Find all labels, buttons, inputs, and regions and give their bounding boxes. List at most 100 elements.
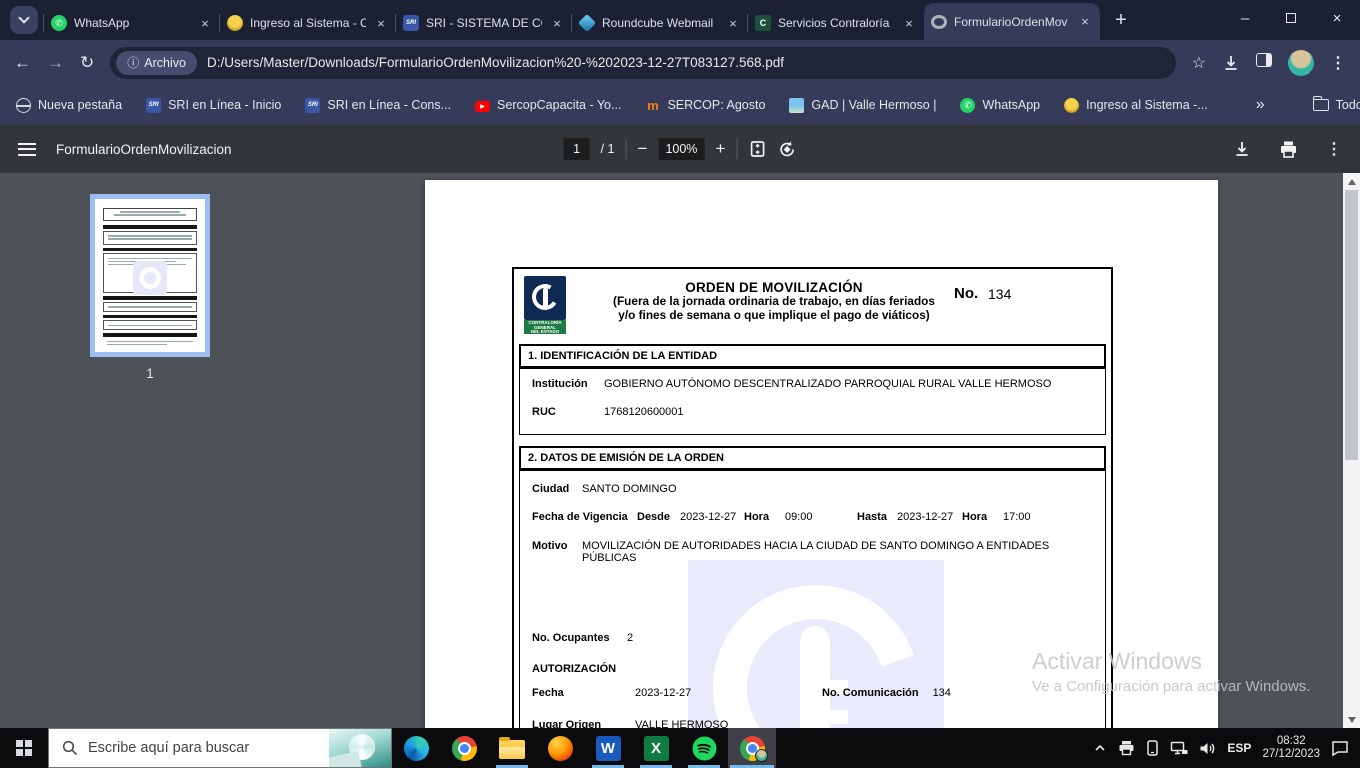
file-scheme-chip[interactable]: ⓘ Archivo xyxy=(116,50,197,75)
orden-movilizacion-form: CONTRALORÍA GENERAL DEL ESTADO ORDEN DE … xyxy=(512,267,1113,768)
window-maximize-button[interactable] xyxy=(1268,0,1314,36)
bookmark-nueva-pestana[interactable]: Nueva pestaña xyxy=(16,97,122,113)
search-icon xyxy=(62,740,78,756)
order-number-label: No. xyxy=(954,285,979,302)
hora-label: Hora xyxy=(744,511,770,523)
menu-hamburger-icon[interactable] xyxy=(18,142,36,156)
close-tab-icon[interactable]: × xyxy=(1077,14,1093,30)
page-thumbnail[interactable] xyxy=(90,194,210,357)
thumbnail-page-number: 1 xyxy=(146,366,154,381)
divider xyxy=(625,139,627,159)
downloads-icon[interactable] xyxy=(1222,54,1240,72)
window-minimize-button[interactable]: – xyxy=(1222,0,1268,36)
vigencia-label: Fecha de Vigencia xyxy=(532,511,628,523)
scroll-up-arrow[interactable] xyxy=(1343,173,1360,190)
bookmark-sri-consultas[interactable]: SRI SRI en Línea - Cons... xyxy=(305,97,451,113)
taskbar-search-box[interactable]: Escribe aquí para buscar xyxy=(48,728,392,768)
tab-ingreso-sistema[interactable]: Ingreso al Sistema - C × xyxy=(219,6,396,40)
start-button[interactable] xyxy=(0,728,48,768)
order-number-value: 134 xyxy=(988,286,1012,302)
tab-sri-sistema[interactable]: SRI SRI - SISTEMA DE CO × xyxy=(395,6,572,40)
taskbar-firefox-icon[interactable] xyxy=(536,728,584,768)
download-icon[interactable] xyxy=(1233,140,1251,158)
bookmark-sri-inicio[interactable]: SRI SRI en Línea - Inicio xyxy=(146,97,281,113)
bookmark-sercop-agosto[interactable]: m SERCOP: Agosto xyxy=(645,98,765,113)
tab-whatsapp[interactable]: ✆ WhatsApp × xyxy=(43,6,220,40)
print-icon[interactable] xyxy=(1279,140,1298,159)
bookmark-sercopcapacita[interactable]: ▶ SercopCapacita - Yo... xyxy=(475,98,621,112)
section2-body: Ciudad SANTO DOMINGO Fecha de Vigencia D… xyxy=(519,470,1106,768)
keyboard-language-indicator[interactable]: ESP xyxy=(1227,741,1251,755)
rotate-icon[interactable] xyxy=(777,140,796,159)
page-number-input[interactable]: 1 xyxy=(563,138,590,160)
tray-volume-icon[interactable] xyxy=(1199,741,1216,756)
bookmark-star-icon[interactable]: ☆ xyxy=(1192,53,1206,73)
close-tab-icon[interactable]: × xyxy=(197,15,213,31)
hasta-label: Hasta xyxy=(857,511,887,523)
tray-network-icon[interactable] xyxy=(1170,741,1188,756)
all-bookmarks-button[interactable]: Todos los marcadores xyxy=(1312,96,1360,112)
bookmark-label: Ingreso al Sistema -... xyxy=(1086,98,1208,112)
hora-label: Hora xyxy=(962,511,988,523)
info-icon: ⓘ xyxy=(127,56,140,70)
taskbar-edge-icon[interactable] xyxy=(392,728,440,768)
tab-roundcube[interactable]: Roundcube Webmail × xyxy=(571,6,748,40)
new-tab-button[interactable]: + xyxy=(1106,5,1136,35)
close-tab-icon[interactable]: × xyxy=(725,15,741,31)
tray-phone-icon[interactable] xyxy=(1146,740,1159,756)
hora-value: 17:00 xyxy=(1003,511,1031,523)
forward-icon[interactable]: → xyxy=(47,53,64,73)
window-close-button[interactable]: × xyxy=(1314,0,1360,36)
vertical-scrollbar[interactable] xyxy=(1343,173,1360,728)
tab-formulario-orden-active[interactable]: FormularioOrdenMov × xyxy=(924,3,1100,40)
zoom-level-value[interactable]: 100% xyxy=(658,138,705,160)
zoom-in-icon[interactable]: + xyxy=(715,139,725,159)
taskbar-spotify-icon[interactable] xyxy=(680,728,728,768)
bookmark-whatsapp[interactable]: ✆ WhatsApp xyxy=(960,97,1040,113)
scroll-down-arrow[interactable] xyxy=(1347,717,1356,723)
tray-printer-icon[interactable] xyxy=(1118,740,1135,756)
close-tab-icon[interactable]: × xyxy=(373,15,389,31)
close-tab-icon[interactable]: × xyxy=(901,15,917,31)
url-text[interactable]: D:/Users/Master/Downloads/FormularioOrde… xyxy=(207,55,784,70)
zoom-out-icon[interactable]: − xyxy=(638,139,648,159)
tab-title: Ingreso al Sistema - C xyxy=(250,16,366,30)
bookmarks-bar: Nueva pestaña SRI SRI en Línea - Inicio … xyxy=(0,85,1360,125)
tray-chevron-up-icon[interactable] xyxy=(1093,741,1107,755)
thumbnail-panel: 1 xyxy=(90,194,210,381)
reload-icon[interactable]: ↻ xyxy=(80,53,94,73)
tab-search-button[interactable] xyxy=(10,6,38,34)
taskbar-chrome-icon[interactable] xyxy=(440,728,488,768)
fit-to-page-icon[interactable] xyxy=(748,140,766,158)
bookmark-ingreso-sistema[interactable]: Ingreso al Sistema -... xyxy=(1064,97,1208,113)
folder-icon xyxy=(1312,96,1329,111)
system-tray: ESP 08:32 27/12/2023 xyxy=(1093,728,1360,768)
page-count-label: / 1 xyxy=(600,142,615,156)
taskbar-clock[interactable]: 08:32 27/12/2023 xyxy=(1262,735,1320,762)
windows-logo-icon xyxy=(16,740,32,756)
ocupantes-label: No. Ocupantes xyxy=(532,632,610,644)
form-header: CONTRALORÍA GENERAL DEL ESTADO ORDEN DE … xyxy=(514,269,1111,341)
taskbar-word-icon[interactable]: W xyxy=(584,728,632,768)
back-icon[interactable]: ← xyxy=(14,53,31,73)
scrollbar-thumb[interactable] xyxy=(1345,190,1358,460)
tab-title: Roundcube Webmail xyxy=(602,16,714,30)
profile-avatar[interactable] xyxy=(1288,49,1314,76)
notification-center-icon[interactable] xyxy=(1331,740,1350,757)
ecuador-crest-icon xyxy=(227,15,243,31)
taskbar-explorer-icon[interactable] xyxy=(488,728,536,768)
bookmarks-overflow-icon[interactable]: » xyxy=(1256,96,1265,114)
section2-header: 2. DATOS DE EMISIÓN DE LA ORDEN xyxy=(519,446,1106,470)
close-tab-icon[interactable]: × xyxy=(549,15,565,31)
browser-menu-icon[interactable]: ⋮ xyxy=(1330,53,1346,73)
side-panel-icon[interactable] xyxy=(1256,53,1272,72)
taskbar-excel-icon[interactable]: X xyxy=(632,728,680,768)
address-bar[interactable]: ⓘ Archivo D:/Users/Master/Downloads/Form… xyxy=(110,46,1176,79)
windows-taskbar: Escribe aquí para buscar W X ESP 08:32 2… xyxy=(0,728,1360,768)
chevron-down-icon xyxy=(18,12,30,24)
bookmark-gad-valle-hermoso[interactable]: GAD | Valle Hermoso | xyxy=(789,97,936,113)
sri-icon: SRI xyxy=(305,97,321,113)
taskbar-chrome-active-icon[interactable] xyxy=(728,728,776,768)
tab-servicios-contraloria[interactable]: C Servicios Contraloría × xyxy=(747,6,924,40)
pdf-menu-icon[interactable]: ⋮ xyxy=(1326,139,1342,159)
